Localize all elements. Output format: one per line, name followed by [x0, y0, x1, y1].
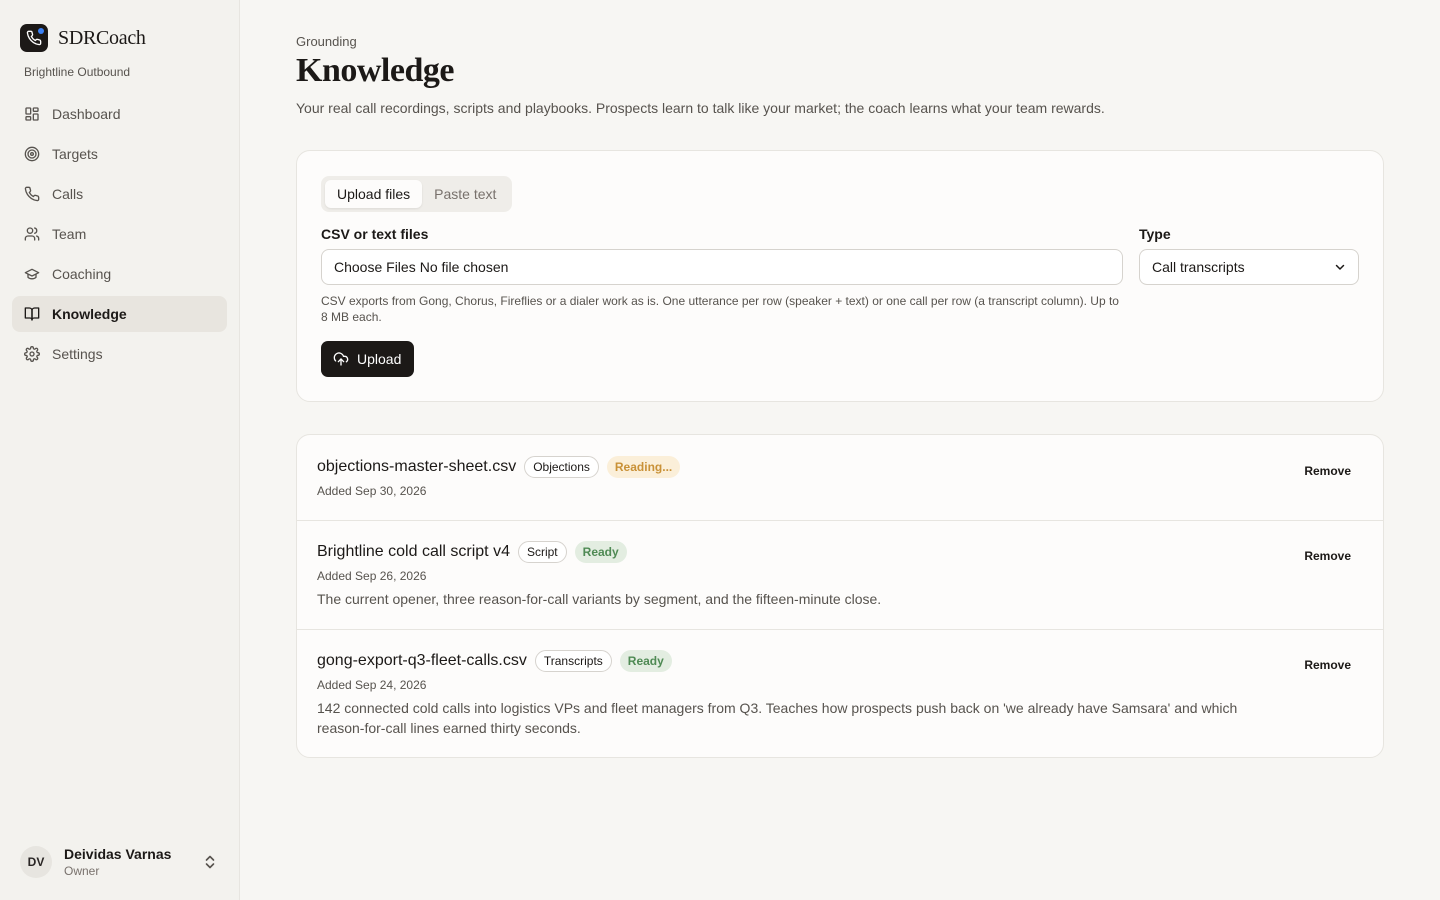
file-input[interactable]: Choose Files No file chosen [321, 249, 1123, 285]
brand[interactable]: SDRCoach [20, 24, 146, 52]
list-item: gong-export-q3-fleet-calls.csv Transcrip… [297, 629, 1383, 757]
sidebar-item-label: Calls [52, 186, 84, 202]
remove-button[interactable]: Remove [1304, 464, 1351, 478]
file-status: No file chosen [419, 259, 509, 275]
tab-paste-text[interactable]: Paste text [422, 180, 508, 208]
choose-files-button[interactable]: Choose Files [334, 259, 416, 275]
files-label: CSV or text files [321, 226, 429, 242]
sidebar-item-label: Knowledge [52, 306, 127, 322]
phone-icon [24, 186, 40, 202]
upload-hint: CSV exports from Gong, Chorus, Fireflies… [321, 294, 1119, 324]
sidebar-nav: Dashboard Targets Calls Team Coaching Kn… [12, 96, 227, 376]
cloud-upload-icon [333, 352, 349, 366]
target-icon [24, 146, 40, 162]
list-item: objections-master-sheet.csv Objections R… [297, 435, 1383, 520]
graduation-cap-icon [24, 266, 40, 282]
list-item: Brightline cold call script v4 Script Re… [297, 520, 1383, 629]
item-date: Added Sep 24, 2026 [317, 678, 427, 692]
user-role: Owner [64, 864, 100, 878]
upload-button-label: Upload [357, 351, 402, 367]
sidebar-item-coaching[interactable]: Coaching [12, 256, 227, 292]
item-title[interactable]: gong-export-q3-fleet-calls.csv [317, 652, 527, 670]
upload-button[interactable]: Upload [321, 341, 415, 377]
sidebar-item-settings[interactable]: Settings [12, 336, 227, 372]
item-title[interactable]: Brightline cold call script v4 [317, 543, 510, 561]
item-description: 142 connected cold calls into logistics … [317, 700, 1238, 736]
sidebar-item-label: Targets [52, 146, 98, 162]
type-label: Type [1139, 226, 1171, 242]
type-tag: Transcripts [534, 650, 612, 672]
item-title[interactable]: objections-master-sheet.csv [317, 458, 516, 476]
brand-name: SDRCoach [58, 26, 146, 49]
book-icon [24, 306, 40, 322]
page-description: Your real call recordings, scripts and p… [296, 100, 1105, 116]
sidebar-item-team[interactable]: Team [12, 216, 227, 252]
item-description: The current opener, three reason-for-cal… [317, 591, 882, 607]
sidebar-item-targets[interactable]: Targets [12, 136, 227, 172]
phone-logo-icon [20, 24, 48, 52]
upload-tabs: Upload files Paste text [321, 176, 513, 212]
type-select-value: Call transcripts [1152, 259, 1245, 275]
type-tag: Objections [524, 456, 599, 478]
type-tag: Script [517, 541, 567, 563]
remove-button[interactable]: Remove [1304, 658, 1351, 672]
status-badge: Ready [619, 650, 672, 672]
avatar: DV [20, 846, 52, 878]
sidebar-item-dashboard[interactable]: Dashboard [12, 96, 227, 132]
sidebar-item-label: Team [52, 226, 87, 242]
remove-button[interactable]: Remove [1304, 549, 1351, 563]
sidebar-item-knowledge[interactable]: Knowledge [12, 296, 227, 332]
sidebar-item-calls[interactable]: Calls [12, 176, 227, 212]
chevron-down-icon [1335, 264, 1345, 270]
page-title: Knowledge [296, 52, 454, 89]
user-name: Deividas Varnas [64, 846, 172, 862]
item-date: Added Sep 30, 2026 [317, 484, 427, 498]
status-badge: Reading... [606, 456, 681, 478]
gear-icon [24, 346, 40, 362]
knowledge-list: objections-master-sheet.csv Objections R… [296, 434, 1384, 758]
dashboard-icon [24, 106, 40, 122]
chevrons-up-down-icon [205, 855, 215, 869]
org-name: Brightline Outbound [24, 65, 131, 79]
sidebar: SDRCoach Brightline Outbound Dashboard T… [0, 0, 240, 900]
sidebar-item-label: Settings [52, 346, 103, 362]
type-select[interactable]: Call transcripts [1139, 249, 1359, 285]
sidebar-item-label: Coaching [52, 266, 112, 282]
item-date: Added Sep 26, 2026 [317, 569, 427, 583]
upload-card: Upload files Paste text CSV or text file… [296, 150, 1384, 402]
sidebar-item-label: Dashboard [52, 106, 121, 122]
page-eyebrow: Grounding [296, 34, 357, 49]
tab-upload-files[interactable]: Upload files [325, 180, 423, 208]
team-icon [24, 226, 40, 242]
status-badge: Ready [574, 541, 627, 563]
user-menu[interactable]: DV Deividas Varnas Owner [20, 844, 225, 880]
